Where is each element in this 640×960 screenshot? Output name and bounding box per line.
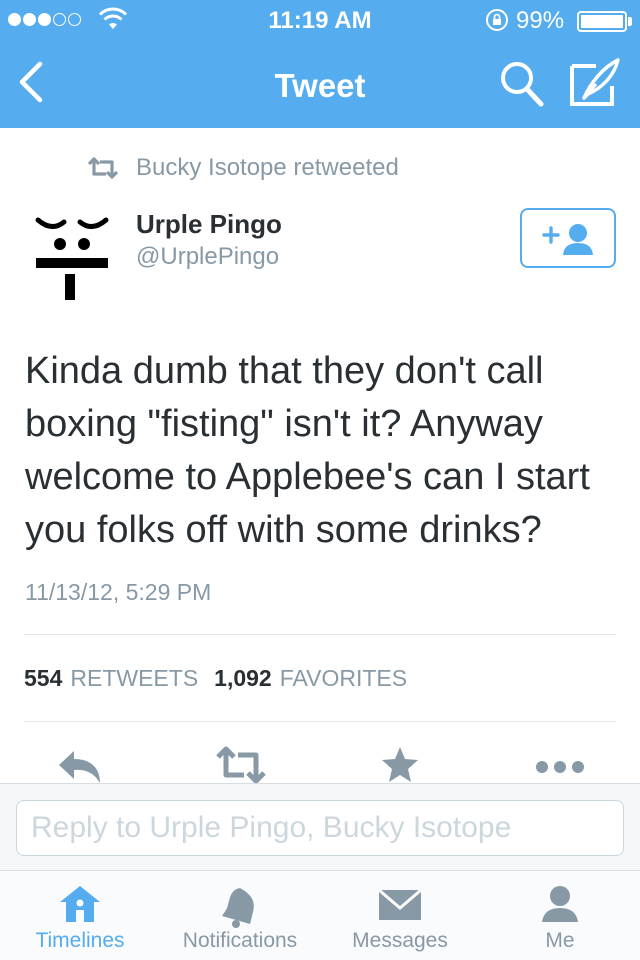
- tab-label: Messages: [352, 929, 448, 952]
- tweet-timestamp: 11/13/12, 5:29 PM: [25, 579, 212, 605]
- author-handle[interactable]: @UrplePingo: [136, 243, 279, 271]
- author-name[interactable]: Urple Pingo: [136, 209, 282, 240]
- search-icon[interactable]: [499, 60, 545, 108]
- battery-icon: [577, 11, 627, 32]
- divider: [24, 721, 616, 722]
- tab-bar: Timelines Notifications Messages Me: [0, 872, 640, 960]
- nav-bar: Tweet: [0, 40, 640, 128]
- tab-timelines[interactable]: Timelines: [0, 872, 160, 960]
- envelope-icon: [378, 888, 422, 920]
- divider: [24, 634, 616, 635]
- tab-label: Me: [545, 929, 575, 952]
- tab-label: Timelines: [35, 929, 125, 952]
- retweet-icon: [87, 157, 119, 179]
- status-bar: 11:19 AM 99%: [0, 0, 640, 40]
- tweet-actions: [0, 745, 640, 785]
- retweet-icon[interactable]: [214, 745, 268, 785]
- star-icon[interactable]: [380, 745, 420, 785]
- favorites-count[interactable]: 1,092: [214, 665, 272, 692]
- battery-percent: 99%: [516, 7, 565, 34]
- home-icon: [60, 886, 100, 922]
- retweeted-by-text: Bucky Isotope retweeted: [136, 154, 399, 181]
- follow-button[interactable]: [520, 208, 616, 268]
- bell-icon: [222, 888, 254, 928]
- tweet-stats: 554 RETWEETS 1,092 FAVORITES: [24, 665, 407, 692]
- retweet-context[interactable]: Bucky Isotope retweeted: [86, 154, 399, 182]
- avatar[interactable]: [32, 206, 112, 302]
- tab-label: Notifications: [182, 929, 298, 952]
- reply-input[interactable]: [16, 800, 624, 856]
- tab-me[interactable]: Me: [480, 872, 640, 960]
- favorites-label[interactable]: FAVORITES: [280, 665, 407, 692]
- more-icon[interactable]: [534, 745, 586, 785]
- add-user-icon: [542, 224, 593, 255]
- person-icon: [542, 886, 578, 922]
- compose-icon[interactable]: [568, 58, 620, 108]
- header: 11:19 AM 99% Tweet: [0, 0, 640, 128]
- tab-messages[interactable]: Messages: [320, 872, 480, 960]
- retweets-label[interactable]: RETWEETS: [70, 665, 198, 692]
- reply-bar: [0, 783, 640, 871]
- retweets-count[interactable]: 554: [24, 665, 62, 692]
- reply-icon[interactable]: [56, 745, 104, 785]
- tab-notifications[interactable]: Notifications: [160, 872, 320, 960]
- tweet-text: Kinda dumb that they don't call boxing "…: [25, 350, 590, 551]
- rotation-lock-icon: [486, 9, 508, 31]
